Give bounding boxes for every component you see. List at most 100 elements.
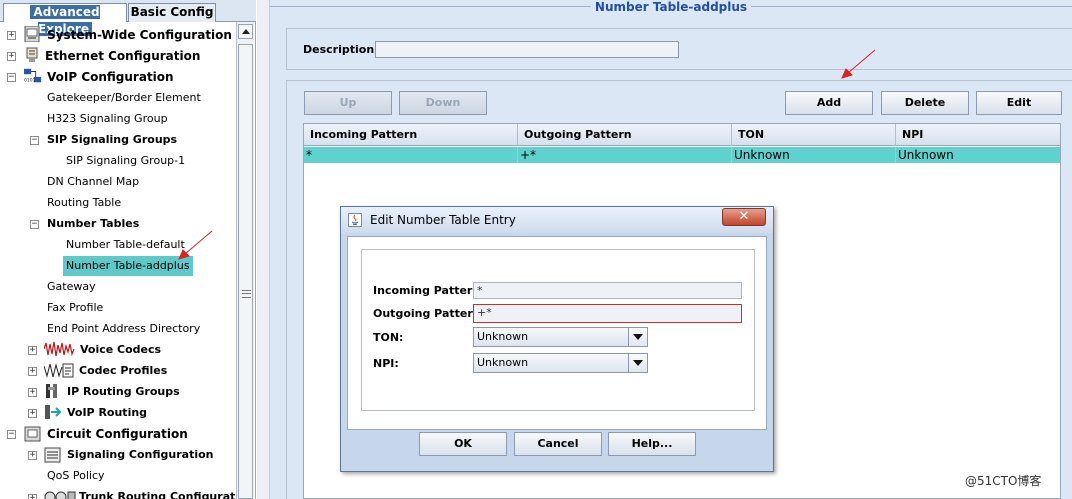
panel-title-text: Number Table-addplus bbox=[590, 0, 752, 14]
dialog-titlebar[interactable]: Edit Number Table Entry ✕ bbox=[341, 207, 773, 233]
description-input[interactable] bbox=[375, 41, 679, 58]
java-icon bbox=[348, 213, 362, 227]
help-button[interactable]: Help... bbox=[608, 432, 696, 456]
tree-item-voice-codecs[interactable]: Voice Codecs bbox=[80, 340, 161, 360]
tree-scrollbar[interactable] bbox=[236, 22, 254, 499]
tree-item-trunk-routing[interactable]: Trunk Routing Configuration bbox=[79, 487, 236, 499]
incoming-pattern-label: Incoming Pattern bbox=[373, 284, 481, 297]
expand-toggle[interactable]: + bbox=[28, 451, 37, 460]
ip-routing-groups-icon bbox=[46, 384, 57, 398]
ethernet-icon bbox=[26, 47, 38, 62]
expand-toggle[interactable]: + bbox=[28, 367, 37, 376]
column-header-incoming[interactable]: Incoming Pattern bbox=[304, 124, 518, 146]
cancel-button[interactable]: Cancel bbox=[514, 432, 602, 456]
cell-ton: Unknown bbox=[732, 147, 896, 163]
npi-selected-value: Unknown bbox=[477, 356, 529, 369]
trunk-routing-icon bbox=[44, 491, 76, 499]
tree-item-ethernet[interactable]: Ethernet Configuration bbox=[45, 46, 200, 66]
cell-incoming: * bbox=[304, 147, 518, 163]
tab-advanced-explore[interactable]: Advanced Explore bbox=[3, 3, 127, 36]
tree-item-circuit[interactable]: Circuit Configuration bbox=[47, 424, 188, 444]
config-tree: + System-Wide Configuration + Ethernet C… bbox=[0, 22, 236, 499]
collapse-toggle[interactable]: − bbox=[30, 220, 39, 229]
outgoing-pattern-label: Outgoing Pattern bbox=[373, 307, 481, 320]
tree-item-gateway[interactable]: Gateway bbox=[47, 277, 96, 297]
svg-text:0101: 0101 bbox=[24, 77, 36, 83]
chevron-down-icon[interactable] bbox=[628, 354, 647, 372]
tree-item-voip[interactable]: VoIP Configuration bbox=[47, 67, 174, 87]
tree-item-endpoint-directory[interactable]: End Point Address Directory bbox=[47, 319, 200, 339]
description-label: Description: bbox=[303, 43, 379, 56]
close-icon[interactable]: ✕ bbox=[722, 208, 766, 226]
npi-select[interactable]: Unknown bbox=[473, 353, 648, 373]
voip-routing-icon bbox=[45, 405, 62, 419]
dialog-content: Incoming Pattern * Outgoing Pattern +* T… bbox=[347, 236, 767, 430]
ton-label: TON: bbox=[373, 331, 404, 344]
tree-item-qos[interactable]: QoS Policy bbox=[47, 466, 105, 486]
signaling-config-icon bbox=[44, 447, 61, 463]
ok-button[interactable]: OK bbox=[419, 432, 507, 456]
ton-selected-value: Unknown bbox=[477, 330, 529, 343]
tree-item-fax-profile[interactable]: Fax Profile bbox=[47, 298, 103, 318]
expand-toggle[interactable]: + bbox=[28, 494, 37, 499]
ton-select[interactable]: Unknown bbox=[473, 327, 648, 347]
column-header-outgoing[interactable]: Outgoing Pattern bbox=[518, 124, 732, 146]
voip-icon: 0101 bbox=[24, 68, 42, 83]
tree-item-number-tables[interactable]: Number Tables bbox=[47, 214, 139, 234]
column-header-ton[interactable]: TON bbox=[732, 124, 896, 146]
edit-button[interactable]: Edit bbox=[976, 91, 1062, 115]
expand-toggle[interactable]: + bbox=[28, 388, 37, 397]
tree-item-dn-map[interactable]: DN Channel Map bbox=[47, 172, 139, 192]
cell-outgoing: +* bbox=[518, 147, 732, 163]
column-header-npi[interactable]: NPI bbox=[896, 124, 1060, 146]
tree-item-sip-group-1[interactable]: SIP Signaling Group-1 bbox=[66, 151, 185, 171]
dialog-title: Edit Number Table Entry bbox=[370, 213, 516, 227]
collapse-toggle[interactable]: − bbox=[7, 430, 16, 439]
outgoing-pattern-input[interactable]: +* bbox=[473, 304, 742, 323]
up-button[interactable]: Up bbox=[304, 91, 392, 115]
navigation-panel: Advanced Explore Basic Config + System-W… bbox=[0, 0, 256, 499]
tree-item-sip-groups[interactable]: SIP Signaling Groups bbox=[47, 130, 177, 150]
circuit-config-icon bbox=[24, 426, 41, 442]
codec-profiles-icon bbox=[44, 363, 74, 378]
tab-strip: Advanced Explore Basic Config bbox=[0, 0, 256, 36]
tree-item-ip-routing-groups[interactable]: IP Routing Groups bbox=[67, 382, 180, 402]
incoming-pattern-input[interactable]: * bbox=[473, 282, 742, 299]
collapse-toggle[interactable]: − bbox=[30, 136, 39, 145]
down-button[interactable]: Down bbox=[399, 91, 487, 115]
tree-item-number-table-addplus[interactable]: Number Table-addplus bbox=[63, 256, 193, 276]
dialog-buttons: OK Cancel Help... bbox=[341, 431, 773, 471]
tree-item-signaling[interactable]: Signaling Configuration bbox=[67, 445, 213, 465]
expand-toggle[interactable]: + bbox=[28, 409, 37, 418]
tree-item-number-table-default[interactable]: Number Table-default bbox=[66, 235, 185, 255]
tree-item-voip-routing[interactable]: VoIP Routing bbox=[67, 403, 147, 423]
npi-label: NPI: bbox=[373, 357, 399, 370]
collapse-toggle[interactable]: − bbox=[7, 73, 16, 82]
tree-item-system-wide[interactable]: System-Wide Configuration bbox=[47, 25, 232, 45]
tree-item-codec-profiles[interactable]: Codec Profiles bbox=[79, 361, 167, 381]
watermark: @51CTO博客 bbox=[965, 474, 1042, 488]
scroll-up-button[interactable] bbox=[238, 24, 253, 39]
tree-item-h323[interactable]: H323 Signaling Group bbox=[47, 109, 168, 129]
delete-button[interactable]: Delete bbox=[881, 91, 969, 115]
cell-npi: Unknown bbox=[898, 148, 954, 162]
chevron-down-icon[interactable] bbox=[628, 328, 647, 346]
split-pane-divider[interactable] bbox=[257, 0, 270, 499]
entry-form: Incoming Pattern * Outgoing Pattern +* T… bbox=[361, 249, 755, 411]
grid-header: Incoming Pattern Outgoing Pattern TON NP… bbox=[304, 124, 1060, 146]
expand-toggle[interactable]: + bbox=[7, 31, 16, 40]
tab-basic-config[interactable]: Basic Config bbox=[128, 3, 216, 22]
grip-icon bbox=[242, 290, 251, 298]
scroll-thumb[interactable] bbox=[238, 44, 253, 499]
add-button[interactable]: Add bbox=[785, 91, 873, 115]
tree-item-gatekeeper[interactable]: Gatekeeper/Border Element bbox=[47, 88, 201, 108]
panel-title: Number Table-addplus bbox=[270, 0, 1072, 16]
description-section: Description: bbox=[286, 28, 1072, 70]
table-row[interactable]: * +* Unknown Unknown bbox=[304, 147, 1060, 163]
tree-item-routing-table[interactable]: Routing Table bbox=[47, 193, 121, 213]
expand-toggle[interactable]: + bbox=[28, 346, 37, 355]
expand-toggle[interactable]: + bbox=[7, 52, 16, 61]
edit-entry-dialog: Edit Number Table Entry ✕ Incoming Patte… bbox=[340, 206, 774, 472]
voice-codecs-icon bbox=[44, 341, 75, 357]
system-config-icon bbox=[24, 26, 40, 42]
